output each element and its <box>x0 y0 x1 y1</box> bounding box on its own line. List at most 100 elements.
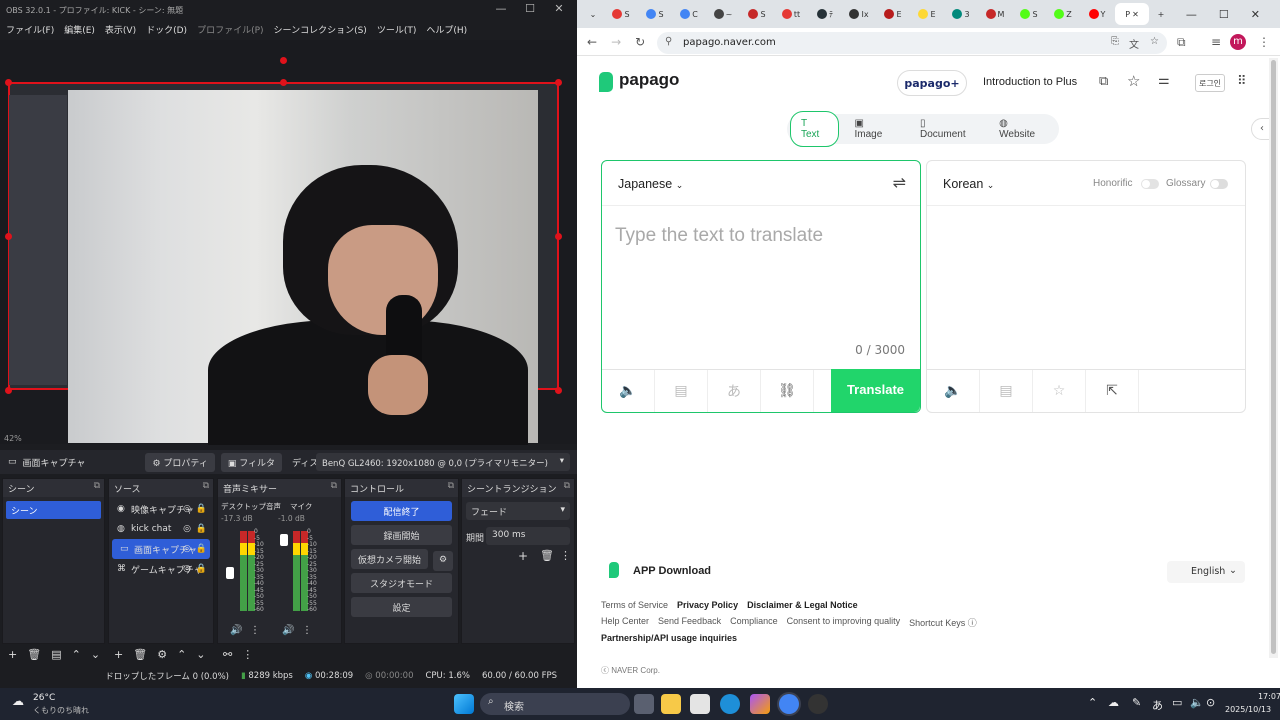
pen-icon[interactable]: ✎ <box>1132 696 1141 709</box>
add-icon[interactable]: + <box>8 648 17 661</box>
menu-help[interactable]: ヘルプ(H) <box>426 23 467 36</box>
edge-icon[interactable] <box>720 694 740 714</box>
chevron-down-icon[interactable]: ⌄ <box>91 648 100 661</box>
volume-slider[interactable] <box>280 534 288 546</box>
menu-edit[interactable]: 編集(E) <box>64 23 95 36</box>
shortcut-keys-link[interactable]: Shortcut Keys ⓘ <box>909 616 977 629</box>
source-item[interactable]: ▭ 画面キャプチャ ◎ 🔒 <box>112 539 210 559</box>
lock-icon[interactable]: 🔒 <box>196 564 207 574</box>
target-language-select[interactable]: Korean ⌄ <box>943 177 994 191</box>
add-icon[interactable]: + <box>114 648 123 661</box>
dictionary-icon[interactable]: ▤ <box>655 370 708 412</box>
lock-icon[interactable]: 🔒 <box>196 504 207 514</box>
speaker-icon[interactable]: 🔊 <box>282 625 294 636</box>
translate-button[interactable]: Translate <box>831 369 920 412</box>
star-icon[interactable]: ☆ <box>1150 36 1159 47</box>
tab-text[interactable]: T Text <box>790 111 839 147</box>
external-link-icon[interactable]: ⧉ <box>1099 74 1108 89</box>
file-explorer-icon[interactable] <box>661 694 681 714</box>
minimize-icon[interactable]: — <box>1186 8 1197 21</box>
start-recording-button[interactable]: 録画開始 <box>351 525 452 545</box>
browser-tab[interactable]: S <box>741 3 773 25</box>
gear-icon[interactable]: ⚙ <box>433 551 453 571</box>
speaker-icon[interactable]: 🔈 <box>927 370 980 412</box>
furigana-icon[interactable]: あ <box>708 370 761 412</box>
network-icon[interactable]: ▭ <box>1172 696 1182 709</box>
eye-icon[interactable]: ◎ <box>183 504 191 514</box>
menu-profile[interactable]: プロファイル(P) <box>197 23 263 36</box>
browser-tab[interactable]: Z <box>1047 3 1079 25</box>
papago-plus-button[interactable]: papago+ <box>897 70 967 96</box>
papago-logo[interactable]: papago <box>619 70 679 90</box>
lock-icon[interactable]: 🔒 <box>196 524 207 534</box>
language-select[interactable]: English ⌄ <box>1167 561 1245 583</box>
browser-tab[interactable]: E <box>911 3 943 25</box>
more-icon[interactable]: ⋮ <box>1258 35 1270 49</box>
back-icon[interactable]: ← <box>587 35 597 49</box>
source-item[interactable]: ◉ 映像キャプチャ ◎ 🔒 <box>109 499 213 519</box>
close-icon[interactable]: ✕ <box>1132 10 1139 19</box>
task-view-icon[interactable] <box>634 694 654 714</box>
chevron-up-icon[interactable]: ⌃ <box>72 648 81 661</box>
close-icon[interactable]: ✕ <box>1251 8 1260 21</box>
new-tab-button[interactable]: + <box>1151 3 1171 25</box>
maximize-icon[interactable]: ☐ <box>1219 8 1229 21</box>
settings-button[interactable]: 設定 <box>351 597 452 617</box>
translate-icon[interactable]: 文 <box>1129 36 1139 51</box>
terms-link[interactable]: Terms of Service <box>601 600 668 610</box>
filter-icon[interactable]: ▤ <box>51 648 61 661</box>
more-icon[interactable]: ⋮ <box>560 549 571 562</box>
apps-grid-icon[interactable]: ⠿ <box>1237 74 1247 89</box>
browser-tab[interactable]: S <box>1013 3 1045 25</box>
menu-tools[interactable]: ツール(T) <box>377 23 417 36</box>
add-icon[interactable]: + <box>518 549 528 563</box>
source-item[interactable]: ◍ kick chat ◎ 🔒 <box>109 519 213 539</box>
eye-icon[interactable]: ◎ <box>183 544 191 554</box>
trash-icon[interactable]: 🗑 <box>27 648 41 661</box>
lock-icon[interactable]: 🔒 <box>196 544 207 554</box>
compliance-link[interactable]: Compliance <box>730 616 778 629</box>
scene-item[interactable]: シーン <box>6 501 101 519</box>
resize-handle[interactable] <box>555 387 562 394</box>
dock-menu-icon[interactable]: ⧉ <box>331 481 337 491</box>
chrome-icon[interactable] <box>779 694 799 714</box>
start-virtual-camera-button[interactable]: 仮想カメラ開始 <box>351 549 428 569</box>
menu-dock[interactable]: ドック(D) <box>146 23 187 36</box>
studio-mode-button[interactable]: スタジオモード <box>351 573 452 593</box>
clock-time[interactable]: 17:07 <box>1249 692 1280 701</box>
chevron-down-icon[interactable]: ⌄ <box>196 648 205 661</box>
link-icon[interactable]: ⛓ <box>761 370 814 412</box>
tab-website[interactable]: ◍ Website <box>989 112 1056 146</box>
browser-tab[interactable]: S <box>639 3 671 25</box>
send-feedback-link[interactable]: Send Feedback <box>658 616 721 629</box>
dictionary-icon[interactable]: ▤ <box>980 370 1033 412</box>
properties-button[interactable]: ⚙ プロパティ <box>145 452 215 472</box>
copilot-icon[interactable] <box>750 694 770 714</box>
consent-link[interactable]: Consent to improving quality <box>787 616 901 629</box>
url-bar[interactable]: ⚲ papago.naver.com ⎘ 文 ☆ <box>657 32 1167 54</box>
resize-handle[interactable] <box>5 79 12 86</box>
papago-logo-icon[interactable] <box>599 72 613 92</box>
gear-icon[interactable]: ⚙ <box>157 648 167 661</box>
menu-view[interactable]: 表示(V) <box>105 23 136 36</box>
weather-text[interactable]: くもりのち晴れ <box>33 705 89 716</box>
more-icon[interactable]: ⋮ <box>302 625 312 636</box>
source-item[interactable]: ⌘ ゲームキャプチャ ◎ 🔒 <box>109 559 213 579</box>
ime-indicator[interactable]: あ <box>1152 697 1163 713</box>
dock-menu-icon[interactable]: ⧉ <box>203 481 209 491</box>
browser-tab[interactable]: S <box>605 3 637 25</box>
browser-tab[interactable]: ﾃ <box>809 3 841 25</box>
browser-tab[interactable]: tt <box>775 3 807 25</box>
menu-file[interactable]: ファイル(F) <box>6 23 54 36</box>
temperature[interactable]: 26°C <box>33 693 55 703</box>
speaker-icon[interactable]: 🔈 <box>602 370 655 412</box>
transition-select[interactable]: フェード ▾ <box>466 502 570 520</box>
reading-list-icon[interactable]: ≡ <box>1211 35 1221 49</box>
browser-tab[interactable]: C <box>673 3 705 25</box>
obs-icon[interactable] <box>808 694 828 714</box>
stop-streaming-button[interactable]: 配信終了 <box>351 501 452 521</box>
store-icon[interactable] <box>690 694 710 714</box>
rotate-handle[interactable] <box>280 57 287 64</box>
dock-menu-icon[interactable]: ⧉ <box>564 481 570 491</box>
resize-handle[interactable] <box>5 387 12 394</box>
